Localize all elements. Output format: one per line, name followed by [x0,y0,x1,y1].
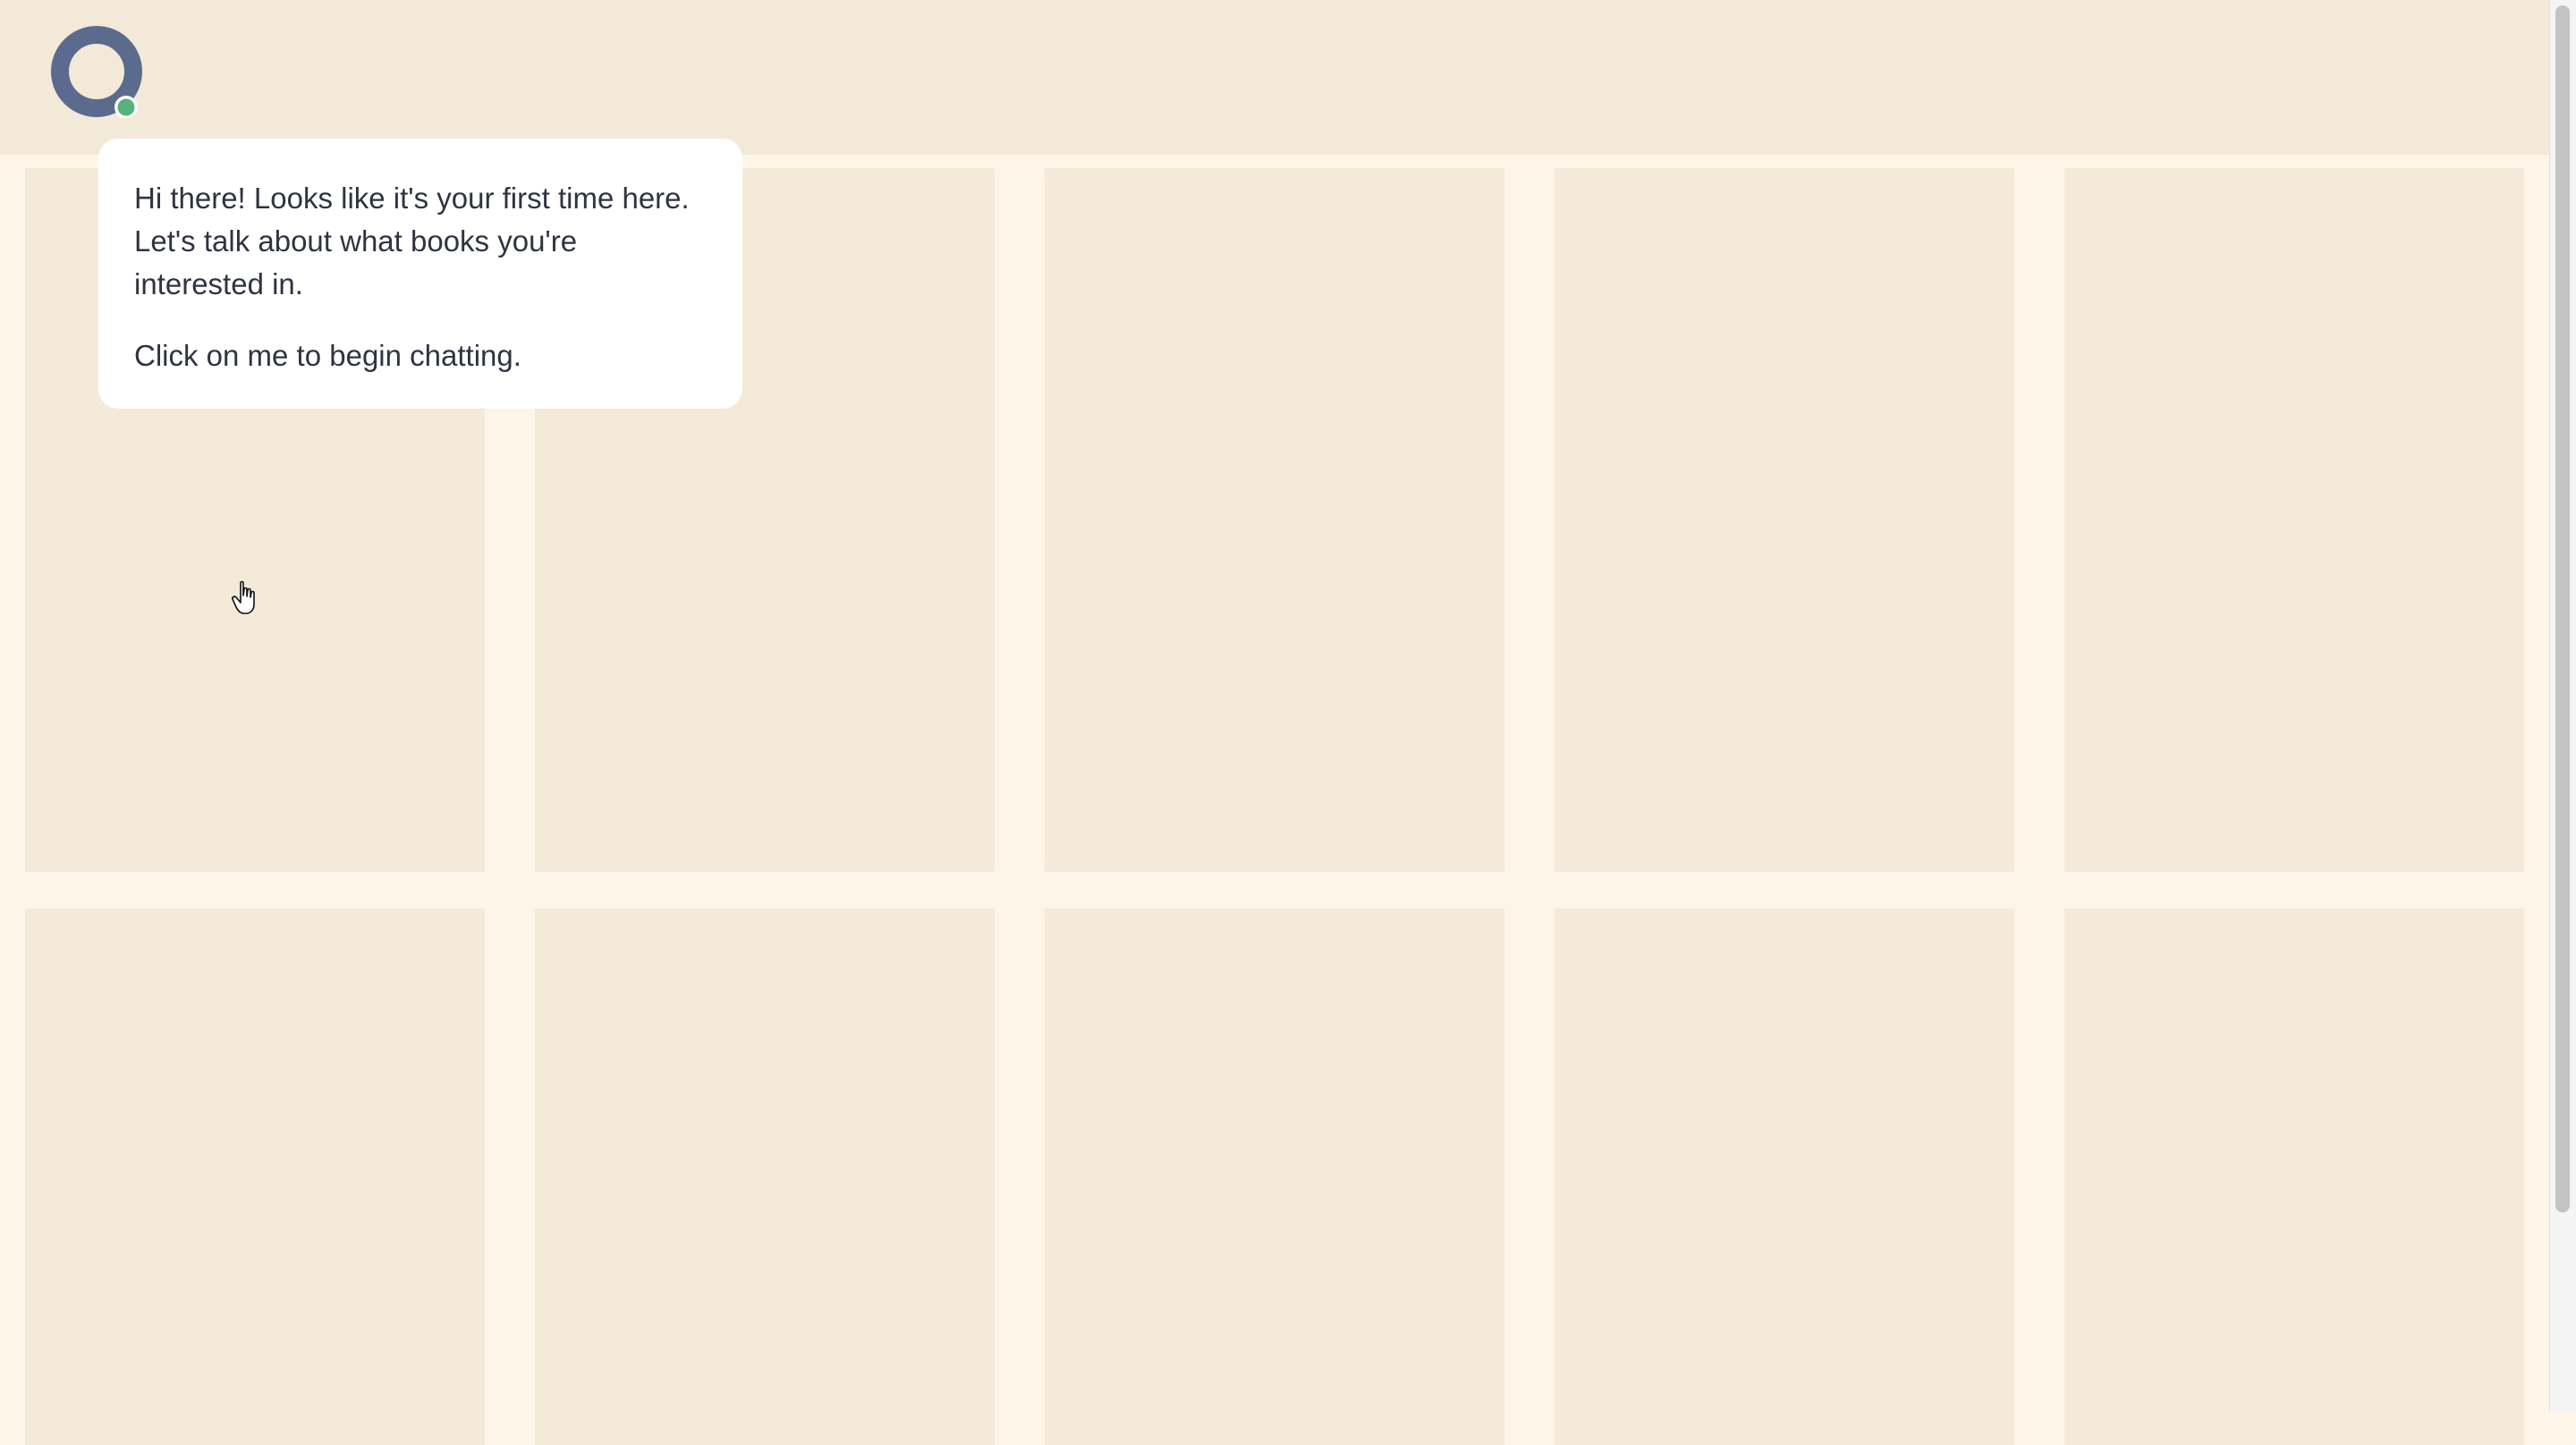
welcome-message: Hi there! Looks like it's your first tim… [134,182,690,300]
top-header [0,0,2549,155]
book-placeholder-tile[interactable] [1555,908,2014,1445]
online-status-dot-icon [117,98,135,116]
book-placeholder-tile[interactable] [535,908,995,1445]
book-placeholder-tile[interactable] [1045,168,1504,872]
book-placeholder-tile[interactable] [1555,168,2014,872]
chat-welcome-bubble[interactable]: Hi there! Looks like it's your first tim… [98,139,742,409]
hand-pointer-icon [232,580,255,614]
scrollbar-thumb[interactable] [2555,5,2570,1213]
click-to-chat-hint: Click on me to begin chatting. [134,339,521,372]
chat-ring-logo-icon[interactable] [50,25,143,118]
book-placeholder-tile[interactable] [2064,908,2524,1445]
book-placeholder-tile[interactable] [2064,168,2524,872]
book-placeholder-tile[interactable] [1045,908,1504,1445]
book-placeholder-tile[interactable] [25,908,485,1445]
